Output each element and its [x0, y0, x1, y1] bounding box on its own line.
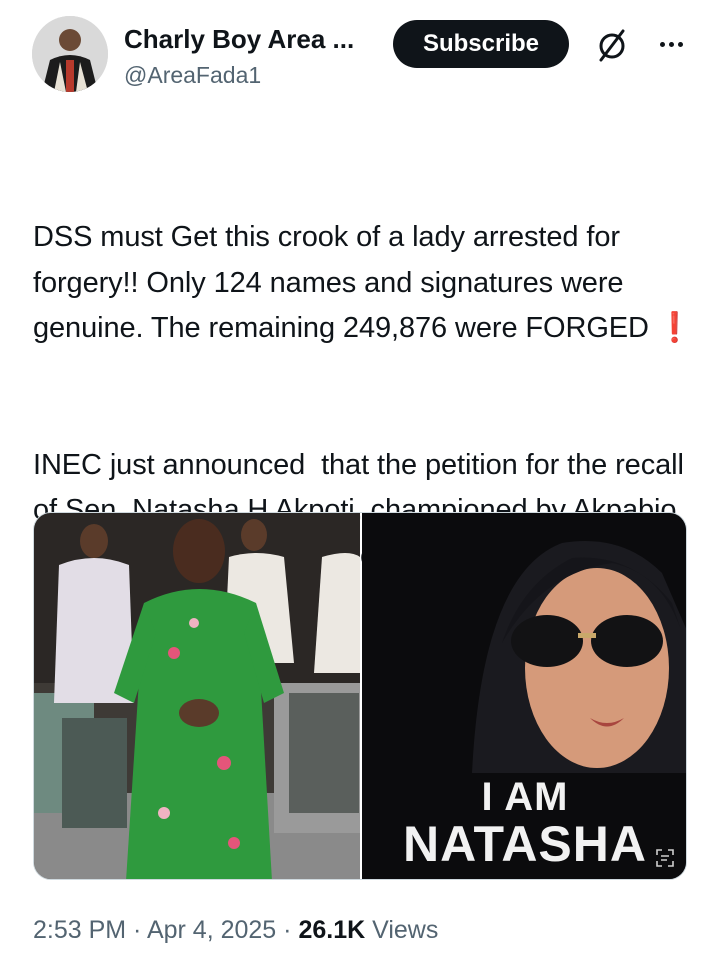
- author-display-name[interactable]: Charly Boy Area ...: [124, 24, 354, 55]
- scan-text-icon[interactable]: [656, 849, 674, 867]
- avatar-image: [32, 16, 108, 92]
- red-exclamation-icon: ❗: [656, 312, 693, 344]
- author-avatar[interactable]: [32, 16, 108, 92]
- tweet-date[interactable]: Apr 4, 2025: [147, 916, 276, 944]
- tweet-meta: 2:53 PM · Apr 4, 2025 · 26.1K Views: [33, 916, 438, 945]
- more-options-icon[interactable]: [651, 30, 691, 58]
- subscribe-button[interactable]: Subscribe: [393, 20, 569, 68]
- tweet-media[interactable]: I AM NATASHA: [33, 512, 687, 880]
- poster-title-line-1: I AM: [481, 775, 569, 819]
- tweet-line-1: DSS must Get this crook of a lady arrest…: [33, 221, 657, 344]
- author-handle[interactable]: @AreaFada1: [124, 62, 261, 89]
- i-am-natasha-poster[interactable]: I AM NATASHA: [362, 513, 686, 879]
- poster-title-line-2: NATASHA: [402, 816, 647, 872]
- meta-separator: ·: [126, 916, 147, 944]
- tweet-paragraph-1: DSS must Get this crook of a lady arrest…: [33, 215, 703, 352]
- photo-woman-in-green-dress[interactable]: [34, 513, 360, 879]
- grok-icon[interactable]: [593, 26, 631, 64]
- views-label[interactable]: Views: [365, 916, 438, 944]
- meta-separator: ·: [276, 916, 299, 944]
- tweet-time[interactable]: 2:53 PM: [33, 916, 126, 944]
- views-count[interactable]: 26.1K: [298, 916, 365, 944]
